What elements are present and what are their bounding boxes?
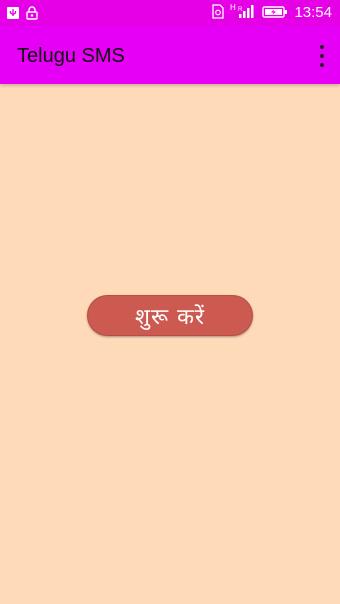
- signal-icon: H R: [230, 3, 256, 23]
- battery-charging-icon: [262, 4, 288, 23]
- more-vertical-icon[interactable]: [318, 45, 326, 67]
- usb-icon: [6, 5, 20, 24]
- lock-icon: [26, 5, 38, 24]
- start-button[interactable]: शुरू करें: [87, 295, 253, 336]
- start-button-label: शुरू करें: [135, 304, 205, 330]
- sim-icon: [212, 3, 225, 23]
- network-type-label: H: [230, 3, 236, 12]
- screen: H R 13:54 Telugu SMS शुरू करें: [0, 0, 340, 604]
- status-time: 13:54: [294, 4, 332, 21]
- app-title: Telugu SMS: [17, 45, 125, 67]
- app-bar: Telugu SMS: [0, 26, 340, 84]
- svg-text:R: R: [238, 7, 243, 13]
- status-bar: H R 13:54: [0, 0, 340, 26]
